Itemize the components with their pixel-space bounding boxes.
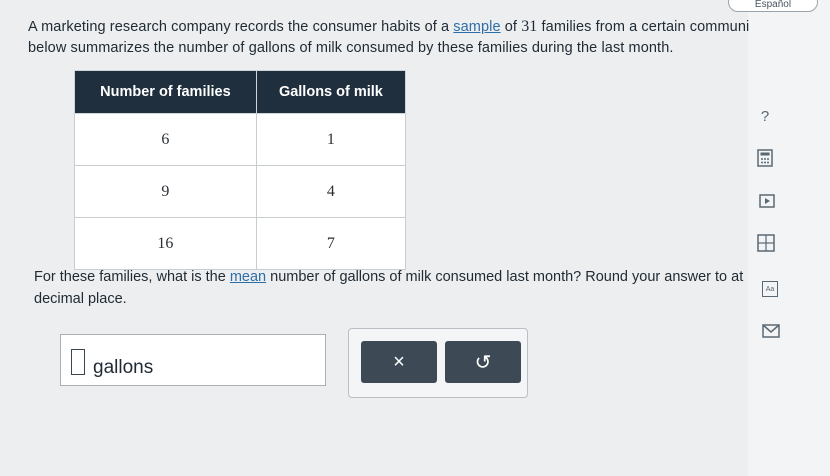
undo-button[interactable]: ↺	[445, 341, 521, 383]
mail-icon[interactable]	[762, 322, 780, 340]
column-header-gallons: Gallons of milk	[255, 70, 407, 114]
video-icon[interactable]	[758, 192, 776, 210]
table-header-row: Number of families Gallons of milk	[74, 70, 407, 114]
help-icon-label: ?	[760, 107, 770, 125]
table-cell: 1	[255, 113, 407, 166]
table-row: 16 7	[74, 217, 407, 270]
problem-text-c: families from a certain communi	[537, 19, 750, 35]
close-icon: ×	[393, 350, 405, 373]
answer-unit-label: gallons	[93, 357, 154, 378]
column-header-families: Number of families	[74, 70, 257, 114]
sample-link[interactable]: sample	[453, 19, 500, 35]
action-button-panel: × ↺	[348, 328, 528, 398]
question-line-1: For these families, what is the mean num…	[34, 266, 824, 288]
question-line-2: decimal place.	[34, 291, 127, 307]
problem-text-b: of	[500, 19, 522, 35]
table-row: 6 1	[74, 113, 407, 166]
data-table: Number of families Gallons of milk 6 1 9…	[74, 70, 407, 270]
clear-button[interactable]: ×	[361, 341, 437, 383]
problem-text-a: A marketing research company records the…	[28, 19, 454, 35]
question-text: For these families, what is the mean num…	[34, 266, 824, 310]
problem-line-2: below summarizes the number of gallons o…	[28, 40, 674, 56]
text-aa-label: Aa	[765, 285, 775, 293]
table-cell: 9	[74, 165, 257, 218]
grid-calculator-icon[interactable]	[757, 234, 775, 252]
question-text-b: number of gallons of milk consumed last …	[266, 269, 744, 285]
undo-icon: ↺	[474, 351, 492, 374]
problem-statement: A marketing research company records the…	[28, 16, 828, 59]
language-toggle-button[interactable]: Español	[728, 0, 818, 12]
question-text-a: For these families, what is the	[34, 269, 230, 285]
calculator-icon[interactable]	[756, 149, 774, 167]
answer-field-container: gallons	[60, 334, 326, 386]
family-count: 31	[521, 18, 538, 35]
table-row: 9 4	[74, 165, 407, 218]
table-cell: 7	[255, 217, 407, 270]
answer-input[interactable]	[71, 349, 85, 375]
problem-line-1: A marketing research company records the…	[28, 16, 828, 38]
help-icon[interactable]: ?	[756, 107, 774, 125]
mean-link[interactable]: mean	[230, 269, 266, 285]
table-cell: 16	[74, 217, 257, 270]
table-cell: 4	[255, 165, 407, 218]
table-cell: 6	[74, 113, 257, 166]
text-aa-icon[interactable]: Aa	[762, 281, 778, 297]
